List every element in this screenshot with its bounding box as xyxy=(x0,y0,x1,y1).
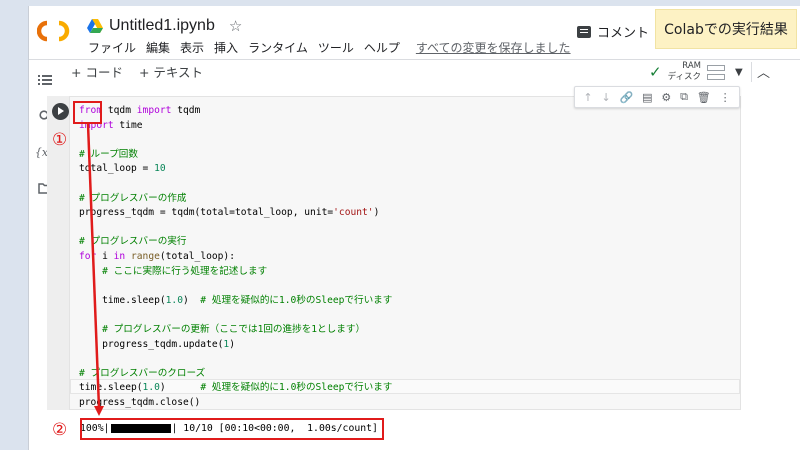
mirror-cell-icon[interactable]: ⧉ xyxy=(680,90,688,104)
annotation-marker-1: ① xyxy=(52,130,68,150)
disk-label: ディスク xyxy=(667,72,701,82)
more-vert-icon[interactable]: ⋮ xyxy=(720,91,731,104)
code-line[interactable] xyxy=(79,279,392,294)
menu-insert[interactable]: 挿入 xyxy=(209,39,243,56)
menu-runtime[interactable]: ランタイム xyxy=(243,39,313,56)
menu-view[interactable]: 表示 xyxy=(175,39,209,56)
annotation-box-run xyxy=(73,101,102,124)
gear-icon[interactable]: ⚙ xyxy=(661,91,671,104)
code-line[interactable]: progress_tqdm = tqdm(total=total_loop, u… xyxy=(79,206,392,221)
code-line[interactable]: # プログレスバーのクローズ xyxy=(79,367,392,382)
code-editor[interactable]: from tqdm import tqdm import time # ループ回数… xyxy=(79,104,392,410)
comment-icon xyxy=(577,25,591,38)
chevron-down-icon[interactable]: ▼ xyxy=(735,67,743,78)
code-line[interactable] xyxy=(79,133,392,148)
code-line[interactable] xyxy=(79,221,392,236)
code-line[interactable]: time.sleep(1.0) # 処理を疑似的に1.0秒のSleepで行います xyxy=(79,294,392,309)
connected-check-icon: ✓ xyxy=(649,63,662,81)
ram-bar xyxy=(706,64,725,71)
add-text-button[interactable]: + テキスト xyxy=(139,62,203,81)
code-line[interactable]: # ループ回数 xyxy=(79,148,392,163)
resource-bars xyxy=(706,64,725,80)
link-icon[interactable]: 🔗 xyxy=(620,91,634,104)
list-icon[interactable] xyxy=(37,72,53,88)
annotation-label: Colabでの実行結果 xyxy=(655,9,797,49)
code-line[interactable]: # プログレスバーの作成 xyxy=(79,192,392,207)
chevron-up-icon[interactable]: ︿ xyxy=(757,62,770,81)
move-down-icon[interactable]: ↓ xyxy=(601,91,610,104)
move-up-icon[interactable]: ↑ xyxy=(583,91,592,104)
code-line[interactable]: progress_tqdm.close() xyxy=(79,396,392,411)
comment-button[interactable]: コメント xyxy=(577,22,649,41)
code-line[interactable]: total_loop = 10 xyxy=(79,162,392,177)
menu-file[interactable]: ファイル xyxy=(83,39,141,56)
code-line[interactable] xyxy=(79,308,392,323)
ram-label: RAM xyxy=(682,61,701,71)
star-icon[interactable]: ☆ xyxy=(229,17,242,35)
code-line[interactable]: for i in range(total_loop): xyxy=(79,250,392,265)
colab-logo-icon[interactable] xyxy=(37,16,75,46)
code-line[interactable] xyxy=(79,177,392,192)
disk-bar xyxy=(706,73,725,80)
menu-tools[interactable]: ツール xyxy=(313,39,359,56)
trash-icon[interactable]: 🗑 xyxy=(697,91,711,104)
code-line[interactable]: from tqdm import tqdm xyxy=(79,104,392,119)
annotation-marker-2: ② xyxy=(52,420,68,440)
code-line[interactable]: # プログレスバーの実行 xyxy=(79,235,392,250)
menu-edit[interactable]: 編集 xyxy=(141,39,175,56)
notebook-title[interactable]: Untitled1.ipynb xyxy=(109,17,215,35)
comment-cell-icon[interactable]: ▤ xyxy=(642,91,652,104)
toolbar-divider xyxy=(751,62,752,82)
cell-toolbar: ↑ ↓ 🔗 ▤ ⚙ ⧉ 🗑 ⋮ xyxy=(574,86,740,108)
code-line[interactable]: import time xyxy=(79,119,392,134)
resource-status[interactable]: ✓ RAM ディスク ▼ xyxy=(649,61,743,83)
code-line[interactable] xyxy=(79,352,392,367)
code-line[interactable]: progress_tqdm.update(1) xyxy=(79,338,392,353)
menu-help[interactable]: ヘルプ xyxy=(359,39,405,56)
add-code-button[interactable]: + コード xyxy=(71,62,123,81)
code-line[interactable]: # プログレスバーの更新（ここでは1回の進捗を1とします） xyxy=(79,323,392,338)
annotation-box-output xyxy=(80,418,384,440)
run-cell-button[interactable] xyxy=(52,103,69,120)
menu-bar: ファイル 編集 表示 挿入 ランタイム ツール ヘルプ すべての変更を保存しまし… xyxy=(83,39,576,56)
code-line[interactable]: time.sleep(1.0) # 処理を疑似的に1.0秒のSleepで行います xyxy=(79,381,392,396)
notebook-toolbar: + コード + テキスト xyxy=(71,62,203,81)
resource-labels: RAM ディスク xyxy=(668,61,701,83)
header-divider xyxy=(29,59,800,60)
title-row: Untitled1.ipynb ☆ xyxy=(87,14,242,38)
drive-icon xyxy=(87,19,103,33)
comment-label: コメント xyxy=(597,26,650,41)
code-line[interactable]: # ここに実際に行う処理を記述します xyxy=(79,265,392,280)
saved-status-link[interactable]: すべての変更を保存しました xyxy=(411,39,576,56)
